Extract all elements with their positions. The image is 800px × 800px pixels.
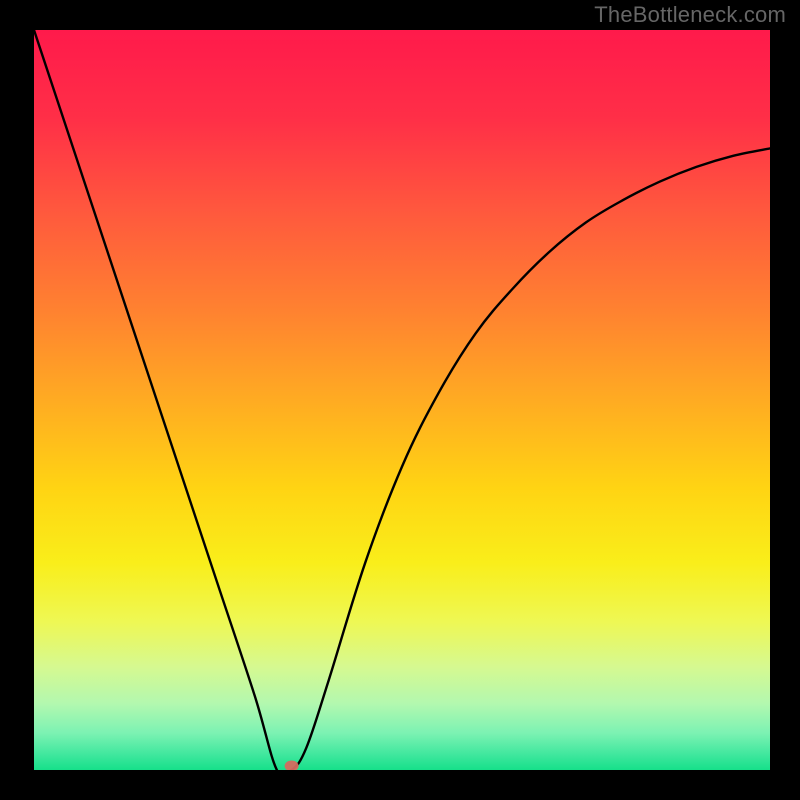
optimal-marker xyxy=(285,761,299,771)
chart-frame: TheBottleneck.com xyxy=(0,0,800,800)
plot-area xyxy=(34,30,770,770)
curve-layer xyxy=(34,30,770,770)
watermark-text: TheBottleneck.com xyxy=(594,2,786,28)
bottleneck-curve xyxy=(34,30,770,770)
